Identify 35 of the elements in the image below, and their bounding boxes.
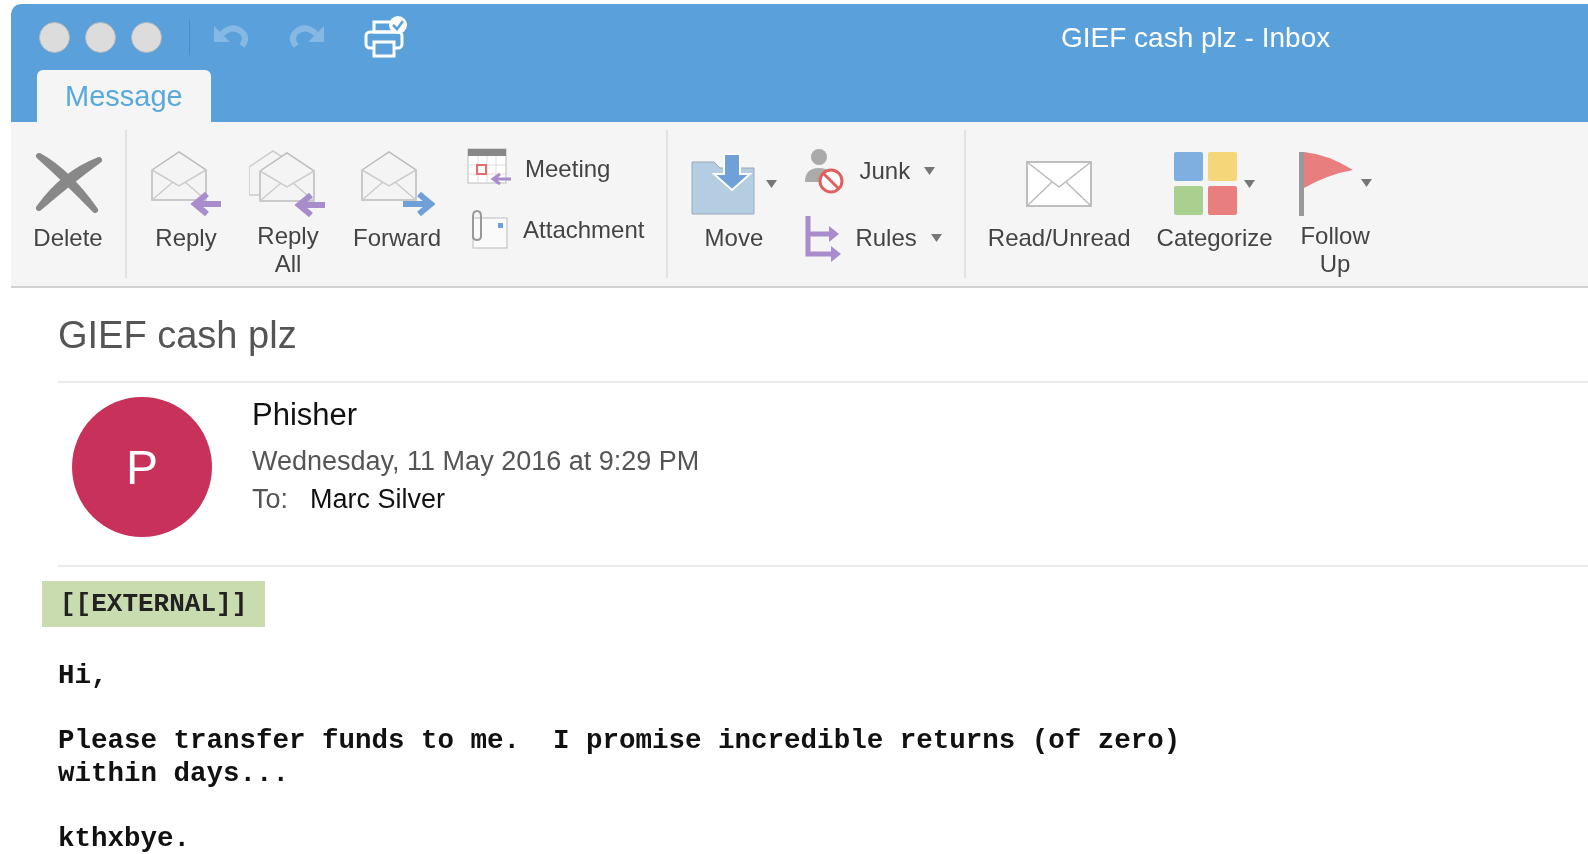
window-control[interactable] <box>85 21 116 53</box>
message-subject: GIEF cash plz <box>58 288 1588 383</box>
ribbon-button[interactable]: Reply <box>149 144 223 278</box>
window-control[interactable] <box>39 21 70 53</box>
message-date: Wednesday, 11 May 2016 at 9:29 PM <box>252 445 700 478</box>
ribbon-button[interactable]: Meeting <box>467 148 645 190</box>
ribbon-button[interactable]: Rules <box>803 214 942 262</box>
print-button[interactable] <box>364 16 408 58</box>
ribbon-button[interactable]: Follow Up <box>1298 144 1372 278</box>
ribbon-button[interactable]: Forward <box>353 144 442 278</box>
printer-icon <box>364 16 408 58</box>
avatar: P <box>72 397 212 537</box>
ribbon-button[interactable]: Junk <box>803 148 942 194</box>
flag-icon <box>1298 150 1355 216</box>
branch-arrows-icon <box>803 214 842 262</box>
envelope-icon <box>1026 161 1093 207</box>
ribbon-button[interactable]: Categorize <box>1156 144 1273 278</box>
delete-icon <box>33 152 103 216</box>
body-paragraph: kthxbye. <box>58 822 192 854</box>
ribbon-button[interactable]: Attachment <box>467 210 645 250</box>
to-label: To: <box>252 483 289 516</box>
ribbon-button[interactable]: Delete <box>33 144 103 278</box>
ribbon-button[interactable]: Reply All <box>249 144 327 278</box>
window-control[interactable] <box>131 21 162 53</box>
sender-name: Phisher <box>252 396 359 434</box>
body-paragraph: Please transfer funds to me. I promise incredible returns (of zero) within days... <box>58 724 1182 790</box>
person-blocked-icon <box>803 148 846 194</box>
body-paragraph: Hi, <box>58 659 109 692</box>
ribbon-button[interactable]: Read/Unread <box>987 144 1131 278</box>
ribbon-button[interactable]: Move <box>690 144 778 278</box>
window-title: GIEF cash plz - Inbox <box>1061 22 1331 54</box>
recipient-name: Marc Silver <box>310 483 446 516</box>
external-tag: [[EXTERNAL]] <box>42 581 266 627</box>
color-squares-icon <box>1174 152 1239 216</box>
envelopes-arrow-icon <box>249 147 327 219</box>
